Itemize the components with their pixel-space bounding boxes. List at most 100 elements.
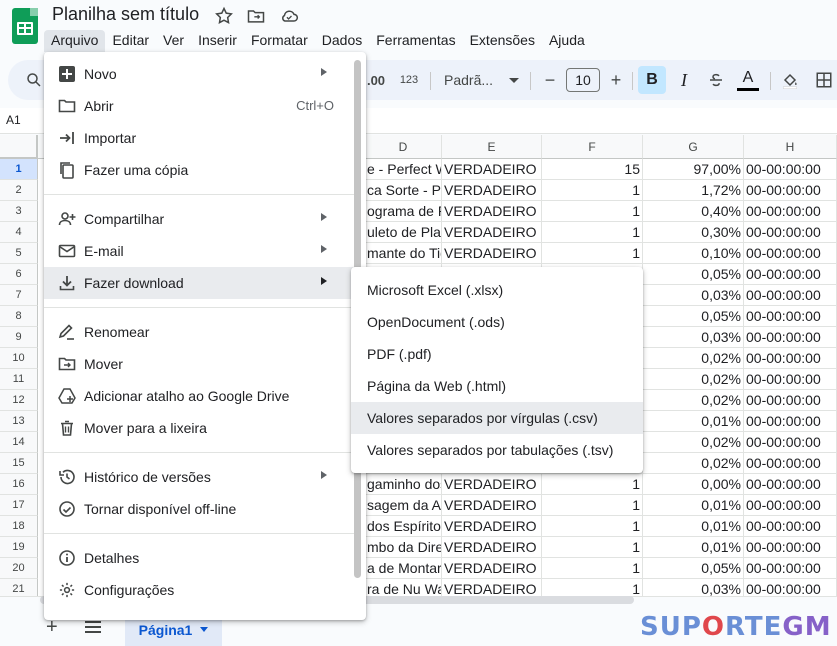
- row-header[interactable]: 3: [0, 201, 38, 222]
- cell-h[interactable]: 00-00:00:00: [744, 159, 837, 180]
- menu-item-compartilhar[interactable]: Compartilhar: [44, 203, 354, 235]
- cell-reference[interactable]: A1: [6, 113, 21, 127]
- row-header[interactable]: 4: [0, 222, 38, 243]
- column-header-d[interactable]: D: [365, 135, 442, 159]
- menu-item-renomear[interactable]: Renomear: [44, 316, 354, 348]
- cell-g[interactable]: 0,05%: [643, 264, 744, 285]
- cell-f[interactable]: 1: [542, 243, 643, 264]
- cell-g[interactable]: 0,00%: [643, 474, 744, 495]
- row-header[interactable]: 19: [0, 537, 38, 558]
- cell-g[interactable]: 0,01%: [643, 537, 744, 558]
- decrease-font-size-button[interactable]: −: [540, 66, 560, 94]
- menu-editar[interactable]: Editar: [105, 30, 156, 52]
- row-header[interactable]: 8: [0, 306, 38, 327]
- column-header-e[interactable]: E: [442, 135, 542, 159]
- row-header[interactable]: 12: [0, 390, 38, 411]
- menu-arquivo[interactable]: Arquivo: [44, 30, 106, 52]
- cell-g[interactable]: 0,02%: [643, 390, 744, 411]
- column-header-f[interactable]: F: [542, 135, 643, 159]
- cell-h[interactable]: 00-00:00:00: [744, 264, 837, 285]
- search-menus-icon[interactable]: [22, 66, 46, 94]
- menu-item-importar[interactable]: Importar: [44, 122, 354, 154]
- cell-h[interactable]: 00-00:00:00: [744, 348, 837, 369]
- increase-decimal-button[interactable]: .00: [364, 66, 388, 94]
- menu-item-novo[interactable]: Novo: [44, 58, 354, 90]
- menu-formatar[interactable]: Formatar: [244, 30, 315, 52]
- menu-item-offline[interactable]: Tornar disponível off-line: [44, 493, 354, 525]
- row-header[interactable]: 11: [0, 369, 38, 390]
- menu-item-atalho-drive[interactable]: Adicionar atalho ao Google Drive: [44, 380, 354, 412]
- menu-item-copia[interactable]: Fazer uma cópia: [44, 154, 354, 186]
- borders-icon[interactable]: [810, 66, 837, 94]
- cell-d[interactable]: a de Montari: [365, 558, 442, 579]
- star-icon[interactable]: [214, 6, 236, 26]
- cell-e[interactable]: VERDADEIRO: [442, 180, 542, 201]
- download-csv[interactable]: Valores separados por vírgulas (.csv): [351, 402, 643, 434]
- cell-h[interactable]: 00-00:00:00: [744, 285, 837, 306]
- cell-h[interactable]: 00-00:00:00: [744, 474, 837, 495]
- row-header[interactable]: 2: [0, 180, 38, 201]
- menu-item-lixeira[interactable]: Mover para a lixeira: [44, 412, 354, 444]
- cell-d[interactable]: dos Espírito: [365, 516, 442, 537]
- select-all-corner[interactable]: [0, 135, 38, 159]
- row-header[interactable]: 14: [0, 432, 38, 453]
- cell-g[interactable]: 0,01%: [643, 516, 744, 537]
- cell-h[interactable]: 00-00:00:00: [744, 453, 837, 474]
- cell-h[interactable]: 00-00:00:00: [744, 516, 837, 537]
- cell-f[interactable]: 1: [542, 180, 643, 201]
- font-family-select[interactable]: Padrã...: [438, 66, 524, 94]
- download-xlsx[interactable]: Microsoft Excel (.xlsx): [351, 274, 643, 306]
- row-header[interactable]: 17: [0, 495, 38, 516]
- cell-f[interactable]: 1: [542, 201, 643, 222]
- cell-e[interactable]: VERDADEIRO: [442, 474, 542, 495]
- menu-dados[interactable]: Dados: [315, 30, 369, 52]
- cell-g[interactable]: 0,02%: [643, 453, 744, 474]
- menu-ferramentas[interactable]: Ferramentas: [369, 30, 462, 52]
- cell-h[interactable]: 00-00:00:00: [744, 558, 837, 579]
- cell-g[interactable]: 0,01%: [643, 411, 744, 432]
- cell-e[interactable]: VERDADEIRO: [442, 558, 542, 579]
- font-size-input[interactable]: 10: [566, 68, 600, 92]
- cell-e[interactable]: VERDADEIRO: [442, 516, 542, 537]
- cell-f[interactable]: 1: [542, 558, 643, 579]
- cell-d[interactable]: gaminho dos: [365, 474, 442, 495]
- menu-inserir[interactable]: Inserir: [191, 30, 244, 52]
- cell-h[interactable]: 00-00:00:00: [744, 306, 837, 327]
- cell-g[interactable]: 0,10%: [643, 243, 744, 264]
- increase-font-size-button[interactable]: +: [606, 66, 626, 94]
- row-header[interactable]: 20: [0, 558, 38, 579]
- more-formats-button[interactable]: 123: [396, 66, 422, 94]
- menu-item-detalhes[interactable]: Detalhes: [44, 542, 354, 574]
- cell-g[interactable]: 0,05%: [643, 306, 744, 327]
- row-header[interactable]: 7: [0, 285, 38, 306]
- cell-f[interactable]: 1: [542, 222, 643, 243]
- row-header[interactable]: 10: [0, 348, 38, 369]
- move-folder-icon[interactable]: [246, 6, 268, 26]
- cell-g[interactable]: 0,02%: [643, 432, 744, 453]
- cell-d[interactable]: e - Perfect W: [365, 159, 442, 180]
- cell-h[interactable]: 00-00:00:00: [744, 243, 837, 264]
- text-color-button[interactable]: A: [734, 66, 762, 94]
- row-header[interactable]: 1: [0, 159, 38, 180]
- cell-g[interactable]: 0,40%: [643, 201, 744, 222]
- cell-g[interactable]: 0,05%: [643, 558, 744, 579]
- cell-d[interactable]: sagem da Al: [365, 495, 442, 516]
- row-header[interactable]: 18: [0, 516, 38, 537]
- cell-d[interactable]: ograma de P: [365, 201, 442, 222]
- menu-ajuda[interactable]: Ajuda: [542, 30, 592, 52]
- cell-h[interactable]: 00-00:00:00: [744, 432, 837, 453]
- row-header[interactable]: 16: [0, 474, 38, 495]
- menu-item-email[interactable]: E-mail: [44, 235, 354, 267]
- cell-f[interactable]: 1: [542, 474, 643, 495]
- italic-button[interactable]: I: [670, 66, 698, 94]
- cell-g[interactable]: 1,72%: [643, 180, 744, 201]
- cell-h[interactable]: 00-00:00:00: [744, 369, 837, 390]
- row-header[interactable]: 5: [0, 243, 38, 264]
- download-tsv[interactable]: Valores separados por tabulações (.tsv): [351, 434, 643, 466]
- column-header-h[interactable]: H: [744, 135, 837, 159]
- cell-f[interactable]: 1: [542, 537, 643, 558]
- column-header-g[interactable]: G: [643, 135, 744, 159]
- cell-h[interactable]: 00-00:00:00: [744, 327, 837, 348]
- document-title[interactable]: Planilha sem título: [52, 4, 199, 25]
- strikethrough-button[interactable]: [702, 66, 730, 94]
